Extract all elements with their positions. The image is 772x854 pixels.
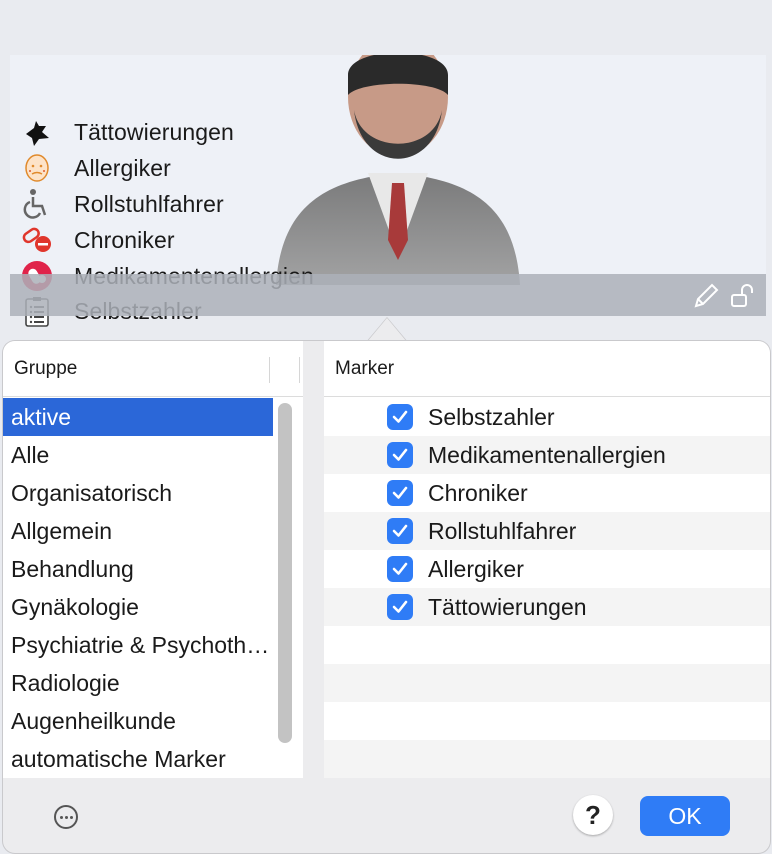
marker-checkbox[interactable] [387, 442, 413, 468]
table-row[interactable]: Chroniker [324, 474, 770, 512]
ok-button[interactable]: OK [640, 796, 730, 836]
table-row [324, 740, 770, 778]
column-separator [299, 357, 300, 383]
table-row [324, 626, 770, 664]
help-button[interactable]: ? [573, 795, 613, 835]
marker-label: Rollstuhlfahrer [428, 517, 577, 544]
card-toolbar [10, 274, 766, 316]
card-marker-item: Allergiker [20, 151, 314, 187]
group-list-item[interactable]: Allgemein [3, 512, 273, 550]
group-list-item[interactable]: Gynäkologie [3, 588, 273, 626]
group-scrollbar[interactable] [278, 403, 292, 743]
column-separator [269, 357, 270, 383]
table-row[interactable]: Allergiker [324, 550, 770, 588]
table-row[interactable]: Tättowierungen [324, 588, 770, 626]
card-marker-label: Rollstuhlfahrer [74, 190, 224, 217]
group-list-item[interactable]: aktive [3, 398, 273, 436]
popover-arrow [367, 318, 407, 342]
table-row [324, 664, 770, 702]
group-list-item[interactable]: Radiologie [3, 664, 273, 702]
card-marker-label: Tättowierungen [74, 119, 234, 146]
group-list-item[interactable]: Organisatorisch [3, 474, 273, 512]
group-list-item[interactable]: Augenheilkunde [3, 702, 273, 740]
marker-label: Allergiker [428, 555, 524, 582]
table-row[interactable]: Rollstuhlfahrer [324, 512, 770, 550]
marker-header-label: Marker [335, 357, 395, 379]
tattoo-icon [20, 116, 54, 150]
unlock-icon[interactable] [730, 283, 756, 309]
table-row [324, 702, 770, 740]
marker-label: Medikamentenallergien [428, 441, 666, 468]
popover-footer: ? OK [3, 778, 770, 853]
table-row[interactable]: Medikamentenallergien [324, 436, 770, 474]
marker-column-header[interactable]: Marker [324, 341, 770, 397]
card-marker-label: Allergiker [74, 155, 171, 182]
marker-pane: Marker Selbstzahler Medikamentenallergien… [324, 341, 770, 778]
table-row[interactable]: Selbstzahler [324, 398, 770, 436]
more-options-button[interactable] [54, 805, 78, 829]
group-header-label: Gruppe [14, 357, 78, 379]
marker-label: Tättowierungen [428, 593, 587, 620]
marker-popover: Gruppe aktive Alle Organisatorisch Allgemei… [3, 341, 770, 853]
marker-checkbox[interactable] [387, 594, 413, 620]
marker-checkbox[interactable] [387, 556, 413, 582]
marker-label: Selbstzahler [428, 403, 555, 430]
group-pane: Gruppe aktive Alle Organisatorisch Allgemei… [3, 341, 303, 778]
marker-checkbox[interactable] [387, 480, 413, 506]
marker-checkbox[interactable] [387, 404, 413, 430]
group-list-item[interactable]: automatische Marker [3, 740, 273, 778]
group-column-header[interactable]: Gruppe [3, 341, 303, 397]
card-marker-item: Tättowierungen [20, 115, 314, 151]
wheelchair-icon [20, 187, 54, 221]
marker-checkbox[interactable] [387, 518, 413, 544]
group-list-item[interactable]: Alle [3, 436, 273, 474]
marker-list: Selbstzahler Medikamentenallergien Chronik… [324, 398, 770, 778]
pencil-icon[interactable] [690, 280, 722, 312]
scrollbar-thumb[interactable] [278, 403, 292, 743]
card-marker-item: Chroniker [20, 222, 314, 258]
pill-icon [20, 223, 54, 257]
allergy-face-icon [20, 152, 54, 186]
marker-label: Chroniker [428, 479, 528, 506]
group-list-item[interactable]: Psychiatrie & Psychotherapie [3, 626, 273, 664]
card-marker-label: Chroniker [74, 226, 175, 253]
group-list: aktive Alle Organisatorisch Allgemein Behand… [3, 398, 273, 778]
card-marker-item: Rollstuhlfahrer [20, 187, 314, 223]
group-list-item[interactable]: Behandlung [3, 550, 273, 588]
